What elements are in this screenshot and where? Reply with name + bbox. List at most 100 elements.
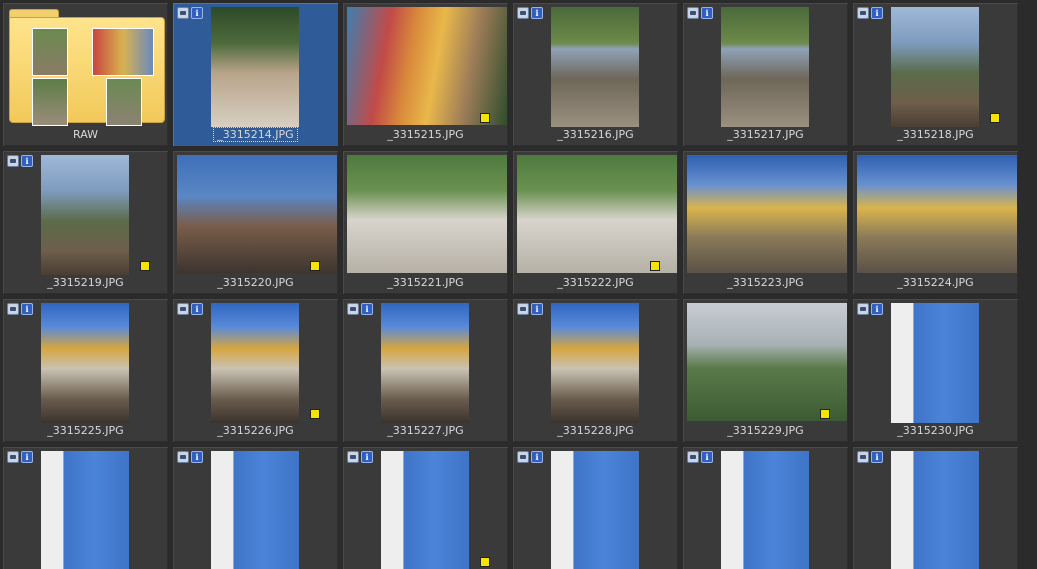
info-icon[interactable]: i xyxy=(361,303,373,315)
photo-thumbnail[interactable] xyxy=(211,451,299,569)
file-badges: i xyxy=(7,451,33,463)
camera-icon xyxy=(7,451,19,463)
photo-thumbnail[interactable] xyxy=(177,155,337,273)
file-badges: i xyxy=(7,155,33,167)
thumbnail-cell[interactable]: i_3315229.JPG xyxy=(682,298,849,443)
thumbnail-cell[interactable]: i _3315226.JPG xyxy=(172,298,339,443)
photo-thumbnail[interactable] xyxy=(211,303,299,423)
thumbnail-cell[interactable]: i xyxy=(852,446,1019,569)
file-name: _3315227.JPG xyxy=(387,424,464,437)
color-tag-yellow xyxy=(480,557,490,567)
file-name: _3315223.JPG xyxy=(727,276,804,289)
photo-thumbnail[interactable] xyxy=(41,303,129,423)
thumbnail-cell[interactable]: i xyxy=(2,446,169,569)
info-icon[interactable]: i xyxy=(701,451,713,463)
photo-thumbnail[interactable] xyxy=(551,303,639,423)
info-icon[interactable]: i xyxy=(531,303,543,315)
file-name: _3315220.JPG xyxy=(217,276,294,289)
info-icon[interactable]: i xyxy=(191,7,203,19)
photo-thumbnail[interactable] xyxy=(687,155,847,273)
file-badges: i xyxy=(517,451,543,463)
file-badges: i xyxy=(7,303,33,315)
camera-icon xyxy=(177,303,189,315)
photo-thumbnail[interactable] xyxy=(347,155,507,273)
file-name: _3315221.JPG xyxy=(387,276,464,289)
camera-icon xyxy=(857,303,869,315)
camera-icon xyxy=(347,303,359,315)
file-badges: i xyxy=(857,7,883,19)
color-tag-yellow xyxy=(480,113,490,123)
thumbnail-cell[interactable]: i _3315218.JPG xyxy=(852,2,1019,147)
folder-label: RAW xyxy=(73,128,98,141)
info-icon[interactable]: i xyxy=(191,303,203,315)
thumbnail-cell[interactable]: i xyxy=(682,446,849,569)
file-name: _3315222.JPG xyxy=(557,276,634,289)
thumbnail-cell[interactable]: i _3315228.JPG xyxy=(512,298,679,443)
file-name: _3315218.JPG xyxy=(897,128,974,141)
thumbnail-cell[interactable]: i _3315214.JPG xyxy=(172,2,339,147)
file-name: _3315230.JPG xyxy=(897,424,974,437)
info-icon[interactable]: i xyxy=(871,303,883,315)
photo-thumbnail[interactable] xyxy=(347,7,507,125)
file-name: _3315228.JPG xyxy=(557,424,634,437)
info-icon[interactable]: i xyxy=(21,451,33,463)
info-icon[interactable]: i xyxy=(191,451,203,463)
photo-thumbnail[interactable] xyxy=(687,303,847,421)
file-badges: i xyxy=(177,7,203,19)
camera-icon xyxy=(7,303,19,315)
photo-thumbnail[interactable] xyxy=(857,155,1017,273)
camera-icon xyxy=(517,451,529,463)
photo-thumbnail[interactable] xyxy=(381,451,469,569)
photo-thumbnail[interactable] xyxy=(211,7,299,127)
camera-icon xyxy=(687,451,699,463)
thumbnail-cell[interactable]: i _3315217.JPG xyxy=(682,2,849,147)
photo-thumbnail[interactable] xyxy=(551,451,639,569)
file-name: _3315215.JPG xyxy=(387,128,464,141)
file-name: _3315229.JPG xyxy=(727,424,804,437)
thumbnail-cell[interactable]: i _3315227.JPG xyxy=(342,298,509,443)
camera-icon xyxy=(857,451,869,463)
camera-icon xyxy=(177,7,189,19)
photo-thumbnail[interactable] xyxy=(517,155,677,273)
photo-thumbnail[interactable] xyxy=(891,451,979,569)
folder-raw[interactable]: RAW xyxy=(2,2,169,147)
file-name: _3315217.JPG xyxy=(727,128,804,141)
camera-icon xyxy=(687,7,699,19)
folder-icon xyxy=(9,9,165,126)
info-icon[interactable]: i xyxy=(701,7,713,19)
photo-thumbnail[interactable] xyxy=(721,451,809,569)
photo-thumbnail[interactable] xyxy=(381,303,469,423)
info-icon[interactable]: i xyxy=(871,7,883,19)
photo-thumbnail[interactable] xyxy=(891,303,979,423)
photo-thumbnail[interactable] xyxy=(721,7,809,127)
info-icon[interactable]: i xyxy=(21,303,33,315)
info-icon[interactable]: i xyxy=(21,155,33,167)
photo-thumbnail[interactable] xyxy=(891,7,979,127)
photo-thumbnail[interactable] xyxy=(41,155,129,275)
photo-thumbnail[interactable] xyxy=(41,451,129,569)
file-badges: i xyxy=(177,451,203,463)
camera-icon xyxy=(517,7,529,19)
info-icon[interactable]: i xyxy=(531,451,543,463)
thumbnail-cell[interactable]: i _3315230.JPG xyxy=(852,298,1019,443)
color-tag-yellow xyxy=(820,409,830,419)
thumbnail-cell[interactable]: i xyxy=(512,446,679,569)
thumbnail-cell[interactable]: i_3315220.JPG xyxy=(172,150,339,295)
thumbnail-cell[interactable]: i_3315215.JPG xyxy=(342,2,509,147)
info-icon[interactable]: i xyxy=(531,7,543,19)
thumbnail-cell[interactable]: i _3315216.JPG xyxy=(512,2,679,147)
info-icon[interactable]: i xyxy=(871,451,883,463)
thumbnail-cell[interactable]: i xyxy=(342,446,509,569)
photo-thumbnail[interactable] xyxy=(551,7,639,127)
thumbnail-cell[interactable]: i _3315225.JPG xyxy=(2,298,169,443)
camera-icon xyxy=(7,155,19,167)
thumbnail-cell[interactable]: i xyxy=(172,446,339,569)
color-tag-yellow xyxy=(140,261,150,271)
info-icon[interactable]: i xyxy=(361,451,373,463)
color-tag-yellow xyxy=(310,261,320,271)
thumbnail-cell[interactable]: i_3315224.JPG xyxy=(852,150,1019,295)
thumbnail-cell[interactable]: i_3315221.JPG xyxy=(342,150,509,295)
thumbnail-cell[interactable]: i_3315223.JPG xyxy=(682,150,849,295)
thumbnail-cell[interactable]: i _3315219.JPG xyxy=(2,150,169,295)
thumbnail-cell[interactable]: i_3315222.JPG xyxy=(512,150,679,295)
